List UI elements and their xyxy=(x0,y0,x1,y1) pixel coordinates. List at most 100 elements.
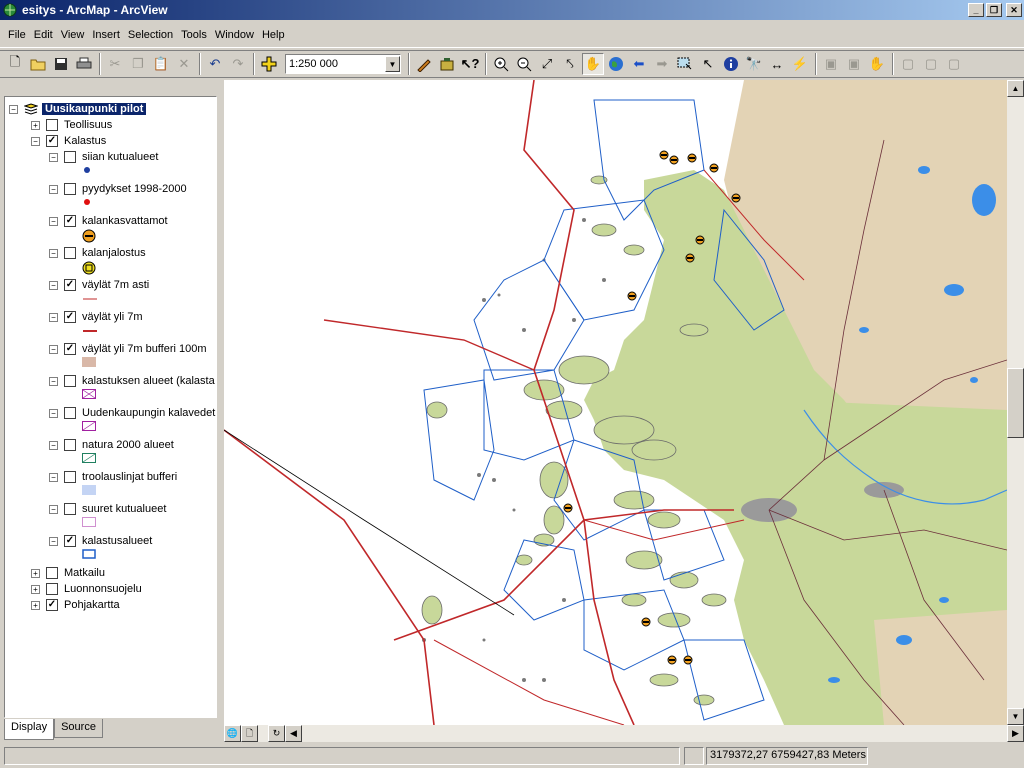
toc-layer-row[interactable]: − siian kutualueet xyxy=(49,149,158,165)
menu-insert[interactable]: Insert xyxy=(88,26,124,44)
collapse-icon[interactable]: − xyxy=(49,216,58,226)
cut-icon[interactable]: ✂ xyxy=(104,53,126,75)
collapse-icon[interactable]: − xyxy=(31,136,40,146)
toc-layer-row[interactable]: − suuret kutualueet xyxy=(49,501,166,517)
menu-edit[interactable]: Edit xyxy=(30,26,57,44)
toc-layer-row[interactable]: + Matkailu xyxy=(31,565,105,581)
toc-layer-row[interactable]: − ✓ kalastusalueet xyxy=(49,533,152,549)
collapse-icon[interactable]: − xyxy=(49,312,58,322)
expand-icon[interactable]: + xyxy=(31,120,40,130)
expand-icon[interactable]: + xyxy=(31,568,40,578)
layer-visibility-checkbox[interactable]: ✓ xyxy=(64,343,76,355)
refresh-icon[interactable]: ↻ xyxy=(268,725,285,742)
redo-icon[interactable]: ↷ xyxy=(227,53,249,75)
delete-icon[interactable]: ✕ xyxy=(173,53,195,75)
layout-zoom-out-icon[interactable]: ▣ xyxy=(843,53,865,75)
close-button[interactable]: ✕ xyxy=(1006,3,1022,17)
zoom-100-percent-icon[interactable]: ▢ xyxy=(920,53,942,75)
collapse-icon[interactable]: − xyxy=(49,184,58,194)
collapse-icon[interactable]: − xyxy=(49,344,58,354)
toc-layer-row[interactable]: − ✓ väylät yli 7m xyxy=(49,309,143,325)
layout-back-icon[interactable]: ▢ xyxy=(943,53,965,75)
zoom-whole-page-icon[interactable]: ▢ xyxy=(897,53,919,75)
map-display[interactable] xyxy=(224,80,1007,725)
scroll-right-arrow-icon[interactable]: ▶ xyxy=(1007,725,1024,742)
zoom-in-icon[interactable] xyxy=(490,53,512,75)
collapse-icon[interactable]: − xyxy=(49,440,58,450)
layout-pan-icon[interactable]: ✋ xyxy=(866,53,888,75)
add-data-icon[interactable] xyxy=(258,53,280,75)
toc-layer-row[interactable]: − ✓ väylät 7m asti xyxy=(49,277,149,293)
chevron-down-icon[interactable]: ▼ xyxy=(385,56,400,72)
collapse-icon[interactable]: − xyxy=(49,248,58,258)
tab-source[interactable]: Source xyxy=(54,719,103,738)
layer-visibility-checkbox[interactable] xyxy=(64,151,76,163)
layer-visibility-checkbox[interactable]: ✓ xyxy=(64,215,76,227)
collapse-icon[interactable]: − xyxy=(49,408,58,418)
menu-window[interactable]: Window xyxy=(211,26,258,44)
full-extent-icon[interactable] xyxy=(605,53,627,75)
menu-file[interactable]: File xyxy=(4,26,30,44)
collapse-icon[interactable]: − xyxy=(49,280,58,290)
toc-layer-row[interactable]: − ✓ Kalastus xyxy=(31,133,106,149)
toc-layer-row[interactable]: + Luonnonsuojelu xyxy=(31,581,142,597)
toc-layer-row[interactable]: − ✓ väylät yli 7m bufferi 100m xyxy=(49,341,207,357)
undo-icon[interactable]: ↶ xyxy=(204,53,226,75)
collapse-icon[interactable]: − xyxy=(49,152,58,162)
tab-display[interactable]: Display xyxy=(4,719,55,740)
toc-layer-row[interactable]: − kalanjalostus xyxy=(49,245,146,261)
paste-icon[interactable]: 📋 xyxy=(150,53,172,75)
new-document-icon[interactable]: 🗋 xyxy=(4,53,26,75)
print-icon[interactable] xyxy=(73,53,95,75)
arctoolbox-icon[interactable] xyxy=(436,53,458,75)
layer-visibility-checkbox[interactable] xyxy=(64,183,76,195)
toc-root-dataframe[interactable]: − Uusikaupunki pilot xyxy=(9,101,147,117)
expand-icon[interactable]: + xyxy=(31,584,40,594)
map-vertical-scrollbar[interactable]: ▲ ▼ xyxy=(1007,80,1024,725)
collapse-icon[interactable]: − xyxy=(49,536,58,546)
back-extent-icon[interactable]: ⬅ xyxy=(628,53,650,75)
layer-visibility-checkbox[interactable] xyxy=(64,247,76,259)
menu-tools[interactable]: Tools xyxy=(177,26,211,44)
menu-help[interactable]: Help xyxy=(258,26,289,44)
layer-visibility-checkbox[interactable] xyxy=(64,503,76,515)
layer-visibility-checkbox[interactable]: ✓ xyxy=(46,599,58,611)
hyperlink-icon[interactable]: ⚡ xyxy=(789,53,811,75)
layer-visibility-checkbox[interactable] xyxy=(46,583,58,595)
editor-icon[interactable] xyxy=(413,53,435,75)
scroll-left-arrow-icon[interactable]: ◀ xyxy=(285,725,302,742)
expand-icon[interactable]: + xyxy=(31,600,40,610)
find-icon[interactable]: 🔭 xyxy=(743,53,765,75)
collapse-icon[interactable]: − xyxy=(49,472,58,482)
layer-visibility-checkbox[interactable] xyxy=(64,407,76,419)
scroll-thumb[interactable] xyxy=(1007,368,1024,438)
layout-zoom-in-icon[interactable]: ▣ xyxy=(820,53,842,75)
measure-icon[interactable]: ↔ xyxy=(766,53,788,75)
map-canvas[interactable] xyxy=(224,80,1007,725)
menu-view[interactable]: View xyxy=(57,26,89,44)
collapse-icon[interactable]: − xyxy=(49,504,58,514)
scroll-down-arrow-icon[interactable]: ▼ xyxy=(1007,708,1024,725)
toc-layer-row[interactable]: + ✓ Pohjakartta xyxy=(31,597,120,613)
layer-visibility-checkbox[interactable]: ✓ xyxy=(46,135,58,147)
layer-visibility-checkbox[interactable]: ✓ xyxy=(64,535,76,547)
fixed-zoom-in-icon[interactable]: ⤢ xyxy=(536,53,558,75)
layer-visibility-checkbox[interactable] xyxy=(46,119,58,131)
forward-extent-icon[interactable]: ➡ xyxy=(651,53,673,75)
layer-visibility-checkbox[interactable] xyxy=(64,375,76,387)
layer-visibility-checkbox[interactable]: ✓ xyxy=(64,279,76,291)
toc-layer-row[interactable]: − troolauslinjat bufferi xyxy=(49,469,177,485)
toc-layer-row[interactable]: − Uudenkaupungin kalavedet xyxy=(49,405,215,421)
minimize-button[interactable]: _ xyxy=(968,3,984,17)
pan-icon[interactable]: ✋ xyxy=(582,53,604,75)
map-horizontal-scrollbar[interactable]: 🌐 🗋 ↻ ◀ ▶ xyxy=(224,725,1024,742)
toc-layer-row[interactable]: − natura 2000 alueet xyxy=(49,437,174,453)
toc-layer-row[interactable]: − ✓ kalankasvattamot xyxy=(49,213,168,229)
scroll-up-arrow-icon[interactable]: ▲ xyxy=(1007,80,1024,97)
menu-selection[interactable]: Selection xyxy=(124,26,177,44)
layer-visibility-checkbox[interactable]: ✓ xyxy=(64,311,76,323)
restore-button[interactable]: ❐ xyxy=(986,3,1002,17)
layer-visibility-checkbox[interactable] xyxy=(64,439,76,451)
select-elements-icon[interactable]: ↖ xyxy=(697,53,719,75)
copy-icon[interactable]: ❐ xyxy=(127,53,149,75)
